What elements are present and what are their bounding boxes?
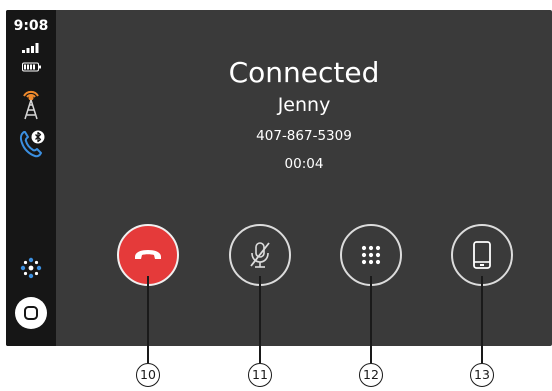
callout-line-11 xyxy=(259,276,261,363)
cellular-signal-icon xyxy=(22,43,39,53)
contact-name: Jenny xyxy=(277,94,331,116)
clock-time: 9:08 xyxy=(13,18,49,34)
callout-12: 12 xyxy=(359,363,383,387)
phone-number: 407-867-5309 xyxy=(256,128,352,144)
callout-11: 11 xyxy=(248,363,272,387)
app-grid-icon[interactable] xyxy=(19,256,43,280)
car-display-screen: 9:08 Connected Jenny 407-867-5309 00:04 xyxy=(6,10,552,346)
callout-13: 13 xyxy=(470,363,494,387)
callout-line-12 xyxy=(370,276,372,363)
keypad-icon xyxy=(361,245,381,265)
callout-10: 10 xyxy=(136,363,160,387)
call-status: Connected xyxy=(228,56,380,89)
sidebar: 9:08 xyxy=(6,10,56,346)
microphone-muted-icon xyxy=(250,242,270,268)
call-panel: Connected Jenny 407-867-5309 00:04 xyxy=(56,10,552,346)
end-call-icon xyxy=(135,250,161,259)
call-duration: 00:04 xyxy=(284,156,324,172)
phone-handset-icon xyxy=(473,241,491,269)
home-button-icon[interactable] xyxy=(14,296,48,330)
figure: 9:08 Connected Jenny 407-867-5309 00:04 … xyxy=(0,0,552,391)
callout-line-13 xyxy=(481,276,483,363)
battery-icon xyxy=(22,62,41,72)
bluetooth-phone-icon[interactable] xyxy=(18,128,46,158)
radio-tower-icon[interactable] xyxy=(19,86,43,120)
callout-line-10 xyxy=(147,276,149,363)
